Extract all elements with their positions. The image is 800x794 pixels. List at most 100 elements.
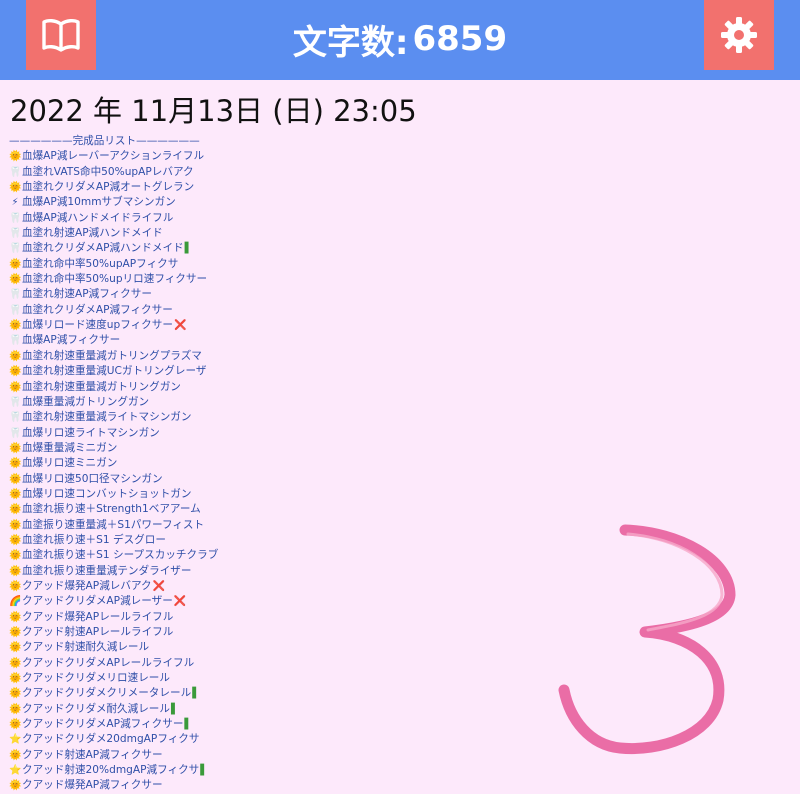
- list-item: 🌞 血塗れ射速重量減ガトリングプラズマ: [9, 349, 269, 364]
- item-text: 血塗れクリダメAP減ハンドメイド: [22, 242, 184, 255]
- list-header: ——————完成品リスト——————: [9, 135, 200, 147]
- item-emoji-icon: 🦷: [9, 396, 22, 408]
- item-text: 血塗れ振り速＋S1 シープスカッチクラブ: [22, 549, 219, 562]
- list-item: 🌞 血爆リロ速ミニガン: [9, 456, 269, 471]
- list-item: 🌞 血爆重量減ミニガン: [9, 441, 269, 456]
- item-text: クアッド爆発APレールライフル: [22, 610, 174, 623]
- list-item: 🌞 クアッドクリダメ耐久減レール ▌: [9, 702, 269, 717]
- item-text: 血爆重量減ガトリングガン: [22, 395, 150, 408]
- item-text: 血爆AP減ハンドメイドライフル: [22, 211, 174, 224]
- green-marker-icon: ▌: [184, 719, 193, 731]
- item-text: クアッド射速AP減フィクサー: [22, 748, 163, 761]
- item-text: 血塗れ命中率50%upAPフィクサ: [22, 257, 179, 270]
- item-emoji-icon: 🌞: [9, 657, 22, 669]
- list-item: 🌞 血爆リロ速50口径マシンガン: [9, 472, 269, 487]
- list-item: 🌞 血塗れ振り速＋S1 デスグロー: [9, 533, 269, 548]
- item-emoji-icon: 🦷: [9, 335, 22, 347]
- list-item: 🌞 クアッド射速APレールライフル: [9, 625, 269, 640]
- item-text: 血塗れ振り速＋Strength1ベアアーム: [22, 503, 201, 516]
- list-item: ⚡ 血爆AP減10mmサブマシンガン: [9, 195, 269, 210]
- list-item: 🌞 血塗れ命中率50%upAPフィクサ: [9, 257, 269, 272]
- item-emoji-icon: 🌞: [9, 458, 22, 470]
- item-emoji-icon: 🌞: [9, 565, 22, 577]
- item-text: 血爆AP減10mmサブマシンガン: [22, 196, 176, 209]
- list-item: ⭐ クアッド射速20%dmgAP減フィクサ ▌: [9, 763, 269, 778]
- item-text: 血爆AP減レーバーアクションライフル: [22, 150, 205, 163]
- list-item: 🌞 血塗れクリダメAP減オートグレラン: [9, 180, 269, 195]
- list-item: 🌞 血塗れ命中率50%upリロ速フィクサー: [9, 272, 269, 287]
- item-emoji-icon: 🌞: [9, 611, 22, 623]
- item-emoji-icon: 🦷: [9, 243, 22, 255]
- char-count-label: 文字数:: [292, 22, 409, 63]
- item-text: 血爆リロ速コンバットショットガン: [22, 487, 192, 500]
- item-emoji-icon: 🌞: [9, 627, 22, 638]
- list-item: 🌞 血爆リロード速度upフィクサー ❌: [9, 318, 269, 333]
- list-item: 🦷 血塗れ射速重量減ライトマシンガン: [9, 410, 269, 425]
- list-item: 🌞 クアッドクリダメAPレールライフル: [9, 656, 269, 671]
- item-emoji-icon: 🌞: [9, 749, 22, 761]
- item-emoji-icon: 🦷: [9, 212, 22, 224]
- item-text: 血塗れ射速重量減ガトリングプラズマ: [22, 349, 202, 362]
- item-emoji-icon: 🌞: [9, 488, 22, 500]
- item-text: 血爆リロ速ミニガン: [22, 457, 118, 470]
- item-emoji-icon: ⚡: [11, 197, 19, 209]
- item-emoji-icon: 🌞: [9, 703, 22, 715]
- book-button[interactable]: [26, 0, 96, 70]
- text-body[interactable]: ——————完成品リスト—————— 🌞 血爆AP減レーバーアクションライフル 🦷 血…: [9, 134, 269, 794]
- green-marker-icon: ▌: [184, 243, 193, 255]
- list-item: 🌞 クアッド射速耐久減レール: [9, 640, 269, 655]
- item-emoji-icon: 🌞: [9, 504, 22, 516]
- item-emoji-icon: 🌞: [9, 673, 22, 685]
- item-emoji-icon: 🌞: [9, 350, 22, 362]
- item-emoji-icon: 🌞: [9, 151, 22, 163]
- list-item: 🦷 血爆リロ速ライトマシンガン: [9, 426, 269, 441]
- list-item: 🌞 クアッドクリダメAP減フィクサー ▌: [9, 717, 269, 732]
- item-text: 血爆AP減フィクサー: [22, 334, 121, 347]
- list-item: 🌞 血爆AP減レーバーアクションライフル: [9, 149, 269, 164]
- list-item: 🦷 血爆AP減フィクサー: [9, 333, 269, 348]
- item-emoji-icon: 🌞: [9, 320, 22, 332]
- top-bar: 文字数: 6859: [0, 0, 800, 80]
- item-emoji-icon: ⭐: [9, 765, 22, 777]
- list-item: 🌞 クアッドクリダメリロ速レール: [9, 671, 269, 686]
- item-text: 血塗れ射速重量減ライトマシンガン: [22, 411, 192, 424]
- gear-icon: [721, 17, 757, 53]
- item-text: クアッドクリダメ20dmgAPフィクサ: [22, 733, 200, 746]
- item-text: クアッド射速APレールライフル: [22, 626, 174, 638]
- list-item: 🌞 クアッド射速AP減フィクサー: [9, 748, 269, 763]
- date-time-line: 2022 年 11月13日 (日) 23:05: [10, 94, 417, 128]
- list-item: 🦷 血爆重量減ガトリングガン: [9, 395, 269, 410]
- item-emoji-icon: 🌞: [9, 381, 22, 393]
- item-text: 血爆重量減ミニガン: [22, 441, 118, 454]
- item-emoji-icon: 🌞: [9, 473, 22, 485]
- item-text: 血塗れクリダメAP減フィクサー: [22, 303, 173, 316]
- item-text: 血塗れ射速重量減ガトリングガン: [22, 380, 181, 393]
- item-emoji-icon: 🌞: [9, 534, 22, 546]
- item-text: 血塗れ命中率50%upリロ速フィクサー: [22, 273, 208, 286]
- item-text: クアッドクリダメクリメータレール: [22, 687, 192, 700]
- green-marker-icon: ▌: [192, 688, 200, 700]
- item-text: クアッド射速耐久減レール: [22, 641, 150, 654]
- item-text: 血塗れ射速重量減UCガトリングレーザ: [22, 365, 207, 378]
- list-item: 🌞 血塗れ振り速＋Strength1ベアアーム: [9, 502, 269, 517]
- list-item: 🦷 血爆AP減ハンドメイドライフル: [9, 211, 269, 226]
- settings-button[interactable]: [704, 0, 774, 70]
- item-text: クアッド爆発AP減フィクサー: [22, 779, 163, 792]
- item-emoji-icon: 🌞: [9, 519, 22, 531]
- item-emoji-icon: 🌞: [9, 580, 22, 592]
- list-item: 🦷 血塗れクリダメAP減ハンドメイド ▌: [9, 241, 269, 256]
- item-emoji-icon: 🌞: [9, 182, 22, 194]
- item-emoji-icon: 🌈: [9, 596, 22, 608]
- item-text: 血塗れ射速AP減フィクサー: [22, 288, 152, 301]
- book-icon: [42, 18, 80, 52]
- item-emoji-icon: ⭐: [9, 734, 22, 746]
- list-item: 🌞 血塗れ射速重量減UCガトリングレーザ: [9, 364, 269, 379]
- item-emoji-icon: 🦷: [9, 412, 22, 424]
- item-text: クアッド爆発AP減レバアク: [22, 579, 152, 592]
- item-emoji-icon: 🌞: [9, 780, 22, 792]
- item-text: 血塗れVATS命中50%upAPレバアク: [22, 165, 194, 178]
- item-text: 血爆リロ速ライトマシンガン: [22, 426, 160, 439]
- item-emoji-icon: 🌞: [9, 550, 22, 562]
- item-text: クアッドクリダメAP減レーザー: [22, 595, 173, 608]
- item-emoji-icon: 🌞: [9, 366, 22, 378]
